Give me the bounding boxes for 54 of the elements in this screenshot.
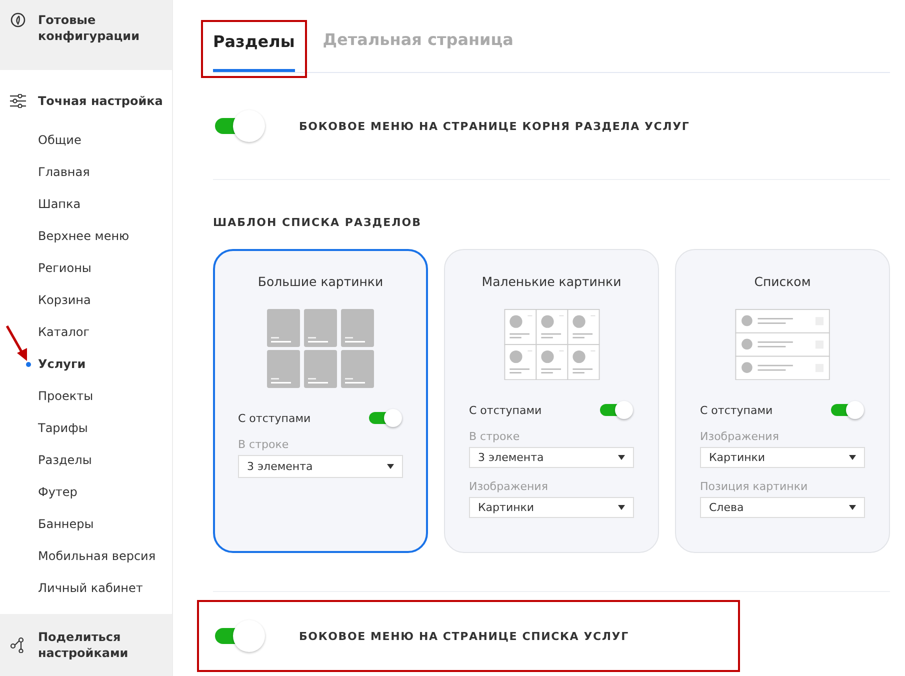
caret-icon [849, 455, 856, 460]
toggle-switch[interactable] [369, 408, 403, 428]
sidebar-item[interactable]: Разделы [38, 453, 92, 467]
card-title: Маленькие картинки [480, 274, 622, 289]
tab[interactable]: Разделы [213, 28, 295, 72]
toggle-label: БОКОВОЕ МЕНЮ НА СТРАНИЦЕ КОРНЯ РАЗДЕЛА УСЛУГ [299, 120, 690, 132]
field-label: В строке [469, 430, 521, 444]
toggle-label: БОКОВОЕ МЕНЮ НА СТРАНИЦЕ СПИСКА УСЛУГ [299, 630, 629, 642]
select-field[interactable]: Слева [700, 497, 865, 518]
sliders-icon [10, 94, 26, 108]
sidebar-link[interactable]: Готовые конфигурации [38, 12, 138, 44]
sidebar-item[interactable]: Общие [38, 133, 82, 147]
sidebar-item[interactable]: Мобильная версия [38, 549, 156, 563]
toggle-switch[interactable] [831, 400, 865, 420]
field-label: Изображения [469, 480, 549, 494]
sidebar-item[interactable]: Главная [38, 165, 90, 179]
caret-icon [849, 505, 856, 510]
sidebar-item[interactable]: Личный кабинет [38, 581, 143, 595]
select-field[interactable]: 3 элемента [469, 447, 634, 468]
caret-icon [387, 464, 394, 469]
card-title: Большие картинки [256, 274, 384, 289]
toggle-label: С отступами [469, 404, 542, 417]
select-field[interactable]: Картинки [469, 497, 634, 518]
sidebar-item[interactable]: Футер [38, 485, 78, 499]
sidebar-link[interactable]: Поделиться настройками [38, 629, 138, 661]
sidebar-item[interactable]: Услуги [38, 357, 86, 371]
toggle-switch[interactable] [600, 400, 634, 420]
section-title: Точная настройка [38, 94, 163, 108]
toggle-switch[interactable] [215, 619, 267, 653]
card-title: Списком [753, 274, 812, 289]
toggle-label: С отступами [700, 404, 773, 417]
select-field[interactable]: Картинки [700, 447, 865, 468]
toggle-switch[interactable] [215, 109, 267, 143]
sidebar-item[interactable]: Корзина [38, 293, 91, 307]
field-label: В строке [238, 438, 290, 451]
select-field[interactable]: 3 элемента [238, 455, 403, 478]
template-card[interactable]: Маленькие картинки С отступами В строке 3 элемента Изображения Картинки [444, 249, 659, 553]
section-heading: ШАБЛОН СПИСКА РАЗДЕЛОВ [213, 216, 422, 229]
caret-icon [618, 505, 625, 510]
field-label: Изображения [700, 430, 780, 444]
share-icon [10, 637, 26, 653]
toggle-label: С отступами [238, 412, 311, 424]
sidebar-item[interactable]: Проекты [38, 389, 94, 403]
sidebar-item[interactable]: Тарифы [38, 421, 88, 435]
sidebar-item[interactable]: Верхнее меню [38, 229, 130, 243]
sidebar-item[interactable]: Баннеры [38, 517, 94, 531]
field-label: Позиция картинки [700, 480, 809, 494]
template-card[interactable]: Большие картинки С отступами В строке 3 элемента [213, 249, 428, 553]
template-card[interactable]: Списком С отступами Изображения Картинки Позиция картинки Слева [675, 249, 890, 553]
sidebar-item[interactable]: Каталог [38, 325, 90, 339]
sidebar-item[interactable]: Регионы [38, 261, 92, 275]
circle-icon [10, 12, 26, 28]
sidebar-item[interactable]: Шапка [38, 197, 81, 211]
caret-icon [618, 455, 625, 460]
